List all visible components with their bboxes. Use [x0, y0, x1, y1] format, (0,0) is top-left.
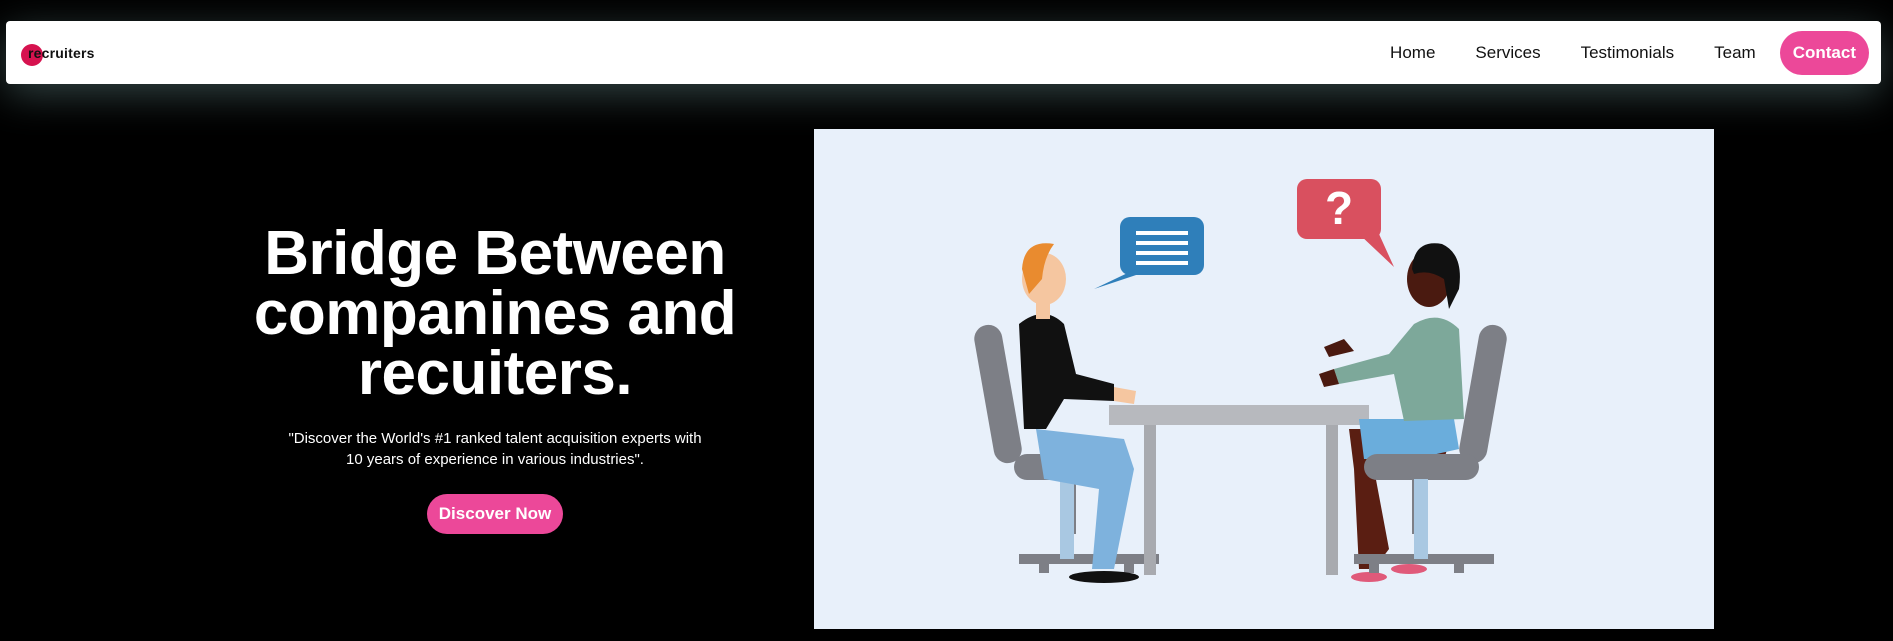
nav-testimonials-link[interactable]: Testimonials [1581, 43, 1675, 63]
hero-section: Bridge Between companines and recuiters.… [220, 223, 770, 534]
nav-links: Home Services Testimonials Team Contact [1370, 30, 1869, 75]
hero-description: "Discover the World's #1 ranked talent a… [275, 428, 715, 470]
discover-now-button[interactable]: Discover Now [426, 494, 564, 534]
hero-title-line-3: recuiters. [357, 339, 633, 408]
nav-team-link[interactable]: Team [1714, 43, 1756, 63]
contact-button[interactable]: Contact [1779, 30, 1869, 75]
nav-home-link[interactable]: Home [1390, 43, 1435, 63]
navbar: recruiters Home Services Testimonials Te… [6, 21, 1881, 84]
logo-text: recruiters [28, 44, 95, 61]
interview-scene-icon: ? [974, 179, 1507, 583]
nav-services-link[interactable]: Services [1475, 43, 1540, 63]
logo[interactable]: recruiters [16, 38, 95, 68]
hero-title-line-1: Bridge Between [264, 219, 726, 288]
hero-title-line-2: companines and [253, 279, 737, 348]
question-mark-icon: ? [1325, 182, 1353, 234]
hero-description-line-1: "Discover the World's #1 ranked talent a… [288, 430, 702, 447]
hero-title: Bridge Between companines and recuiters. [220, 223, 770, 405]
interview-illustration: ? [814, 129, 1714, 629]
hero-description-line-2: 10 years of experience in various indust… [346, 451, 644, 468]
